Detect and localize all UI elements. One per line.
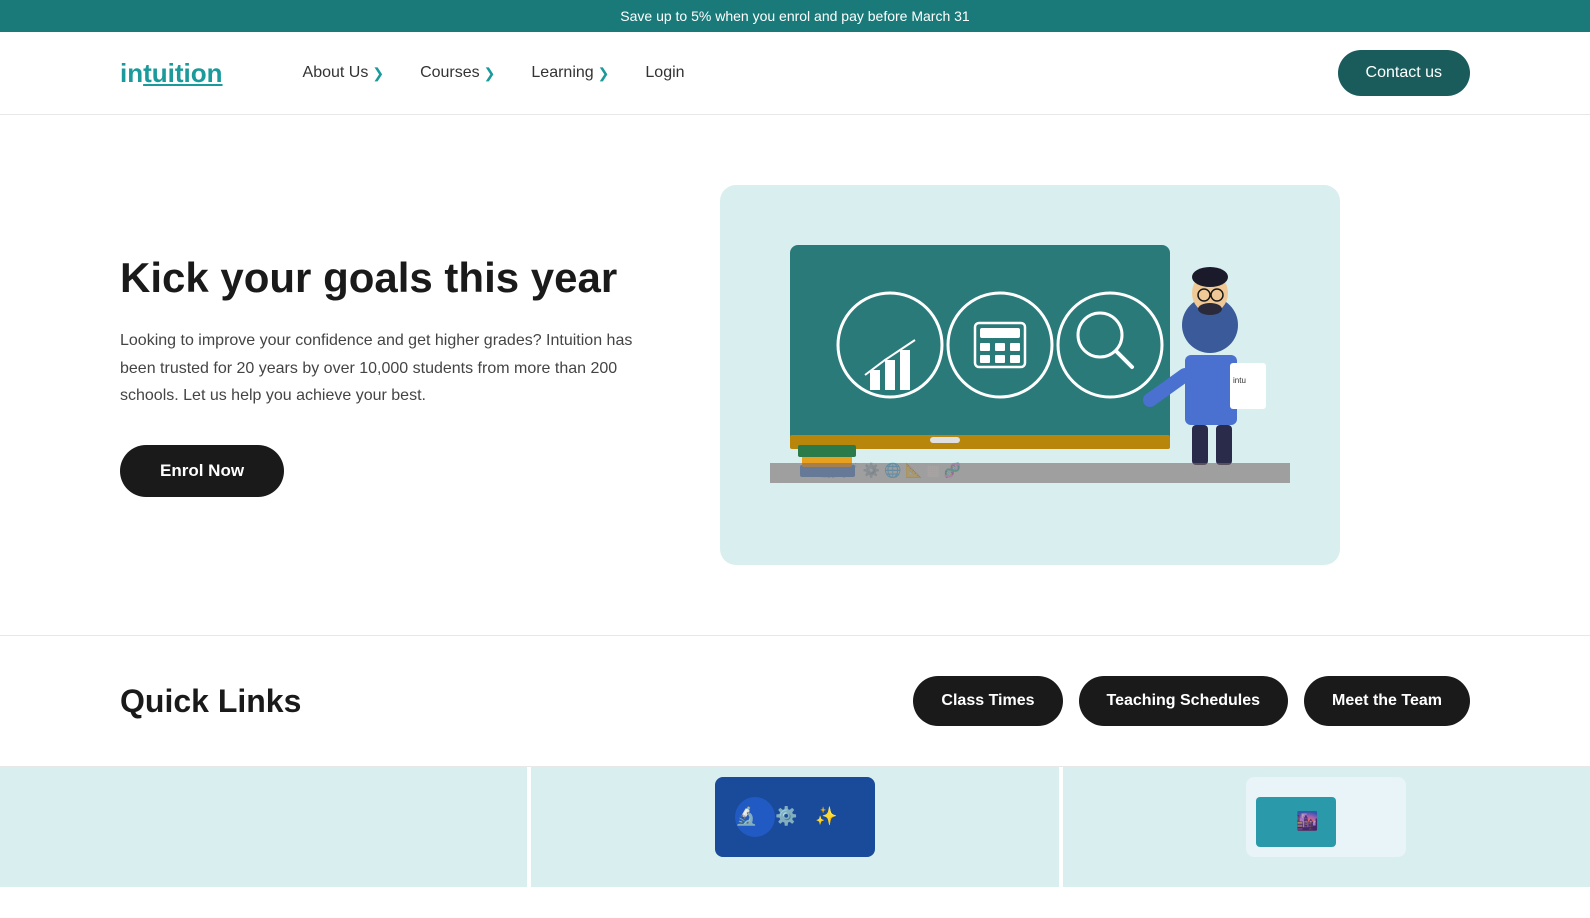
nav-about[interactable]: About Us ❯ (303, 64, 385, 82)
teaching-schedules-button[interactable]: Teaching Schedules (1079, 676, 1289, 726)
card-1 (0, 767, 531, 887)
hero-image: 📊 🧪 ⚙️ 🌐 📐 ▦ 🧬 intu (720, 185, 1340, 565)
quick-link-buttons: Class Times Teaching Schedules Meet the … (913, 676, 1470, 726)
quick-links-title: Quick Links (120, 683, 893, 720)
nav-login-label: Login (645, 64, 684, 82)
hero-section: Kick your goals this year Looking to imp… (0, 115, 1590, 635)
svg-text:✨: ✨ (815, 806, 837, 826)
nav-learning-label: Learning (531, 64, 593, 82)
svg-text:🌆: 🌆 (1296, 810, 1318, 831)
hero-description: Looking to improve your confidence and g… (120, 327, 660, 409)
logo-in: in (120, 58, 143, 88)
class-times-button[interactable]: Class Times (913, 676, 1062, 726)
card-3: 🌆 (1063, 767, 1590, 887)
nav-about-label: About Us (303, 64, 369, 82)
logo[interactable]: intuition (120, 58, 223, 89)
classroom-illustration: 📊 🧪 ⚙️ 🌐 📐 ▦ 🧬 intu (770, 215, 1290, 535)
nav-links: About Us ❯ Courses ❯ Learning ❯ Login (303, 64, 1298, 82)
navbar: intuition About Us ❯ Courses ❯ Learning … (0, 32, 1590, 115)
nav-learning[interactable]: Learning ❯ (531, 64, 609, 82)
quick-links-section: Quick Links Class Times Teaching Schedul… (0, 635, 1590, 767)
svg-text:⚙️: ⚙️ (775, 805, 797, 826)
learning-chevron-icon: ❯ (598, 65, 610, 82)
cards-section: 🔬 ⚙️ ✨ 🌆 (0, 767, 1590, 887)
card-2-illustration: 🔬 ⚙️ ✨ (715, 777, 875, 857)
nav-courses[interactable]: Courses ❯ (420, 64, 495, 82)
svg-text:🔬: 🔬 (735, 805, 757, 826)
meet-the-team-button[interactable]: Meet the Team (1304, 676, 1470, 726)
banner-text: Save up to 5% when you enrol and pay bef… (620, 8, 969, 24)
top-banner: Save up to 5% when you enrol and pay bef… (0, 0, 1590, 32)
nav-courses-label: Courses (420, 64, 480, 82)
about-chevron-icon: ❯ (372, 65, 384, 82)
contact-button[interactable]: Contact us (1338, 50, 1470, 96)
hero-title: Kick your goals this year (120, 253, 660, 303)
enrol-button[interactable]: Enrol Now (120, 445, 284, 497)
card-3-illustration: 🌆 (1246, 777, 1406, 857)
card-2: 🔬 ⚙️ ✨ (531, 767, 1062, 887)
nav-login[interactable]: Login (645, 64, 684, 82)
courses-chevron-icon: ❯ (484, 65, 496, 82)
svg-text:intu: intu (1233, 376, 1246, 385)
hero-text: Kick your goals this year Looking to imp… (120, 253, 660, 497)
logo-tuition: tuition (143, 58, 222, 88)
